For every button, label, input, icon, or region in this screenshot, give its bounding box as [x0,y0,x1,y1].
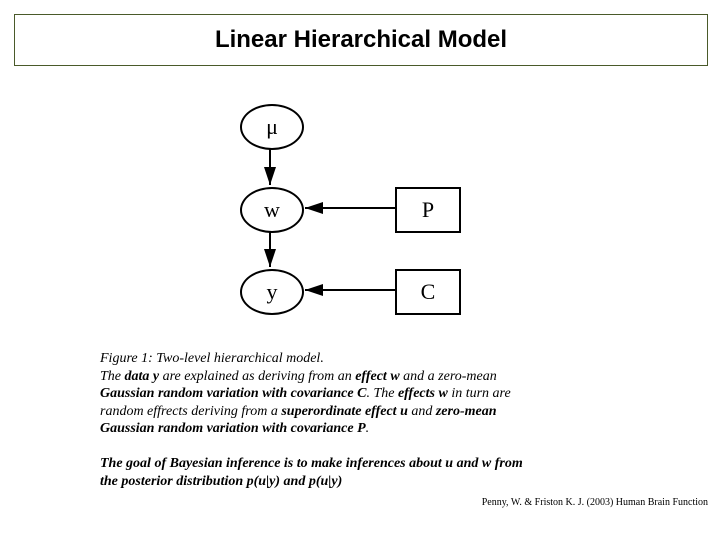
goal-text: The goal of Bayesian inference is to mak… [100,455,580,490]
node-y-label: y [267,279,278,305]
node-P: P [395,187,461,233]
node-mu-label: μ [266,114,278,140]
node-w-label: w [264,197,280,223]
cap4a: random effrects deriving from a [100,404,281,419]
cap2a: The [100,369,125,384]
title-bar: Linear Hierarchical Model [14,14,708,66]
cap3a: Gaussian random variation with covarianc… [100,386,366,401]
figure-caption: Figure 1: Two-level hierarchical model. … [100,350,640,438]
goal-line1: The goal of Bayesian inference is to mak… [100,456,523,471]
node-P-label: P [422,197,434,223]
cap2c: are explained as deriving from an [159,369,355,384]
cap2d: effect w [355,369,399,384]
cap5a: Gaussian random variation with covarianc… [100,421,366,436]
citation: Penny, W. & Friston K. J. (2003) Human B… [482,497,708,508]
hierarchical-diagram: μ w y P C [200,100,520,330]
cap3c: effects w [398,386,448,401]
node-C-label: C [421,279,436,305]
cap3b: . The [366,386,398,401]
node-w: w [240,187,304,233]
cap2b: data y [125,369,160,384]
node-C: C [395,269,461,315]
caption-fig-label: Figure 1: Two-level hierarchical model. [100,351,324,366]
cap5b: . [366,421,370,436]
node-y: y [240,269,304,315]
cap4b: superordinate effect u [281,404,408,419]
cap4c: and [408,404,436,419]
node-mu: μ [240,104,304,150]
slide: Linear Hierarchical Model μ w y [0,0,720,540]
goal-line2: the posterior distribution p(u|y) and p(… [100,474,342,489]
slide-title: Linear Hierarchical Model [215,26,507,54]
cap3d: in turn are [448,386,511,401]
cap2e: and a zero-mean [400,369,497,384]
cap4d: zero-mean [436,404,497,419]
